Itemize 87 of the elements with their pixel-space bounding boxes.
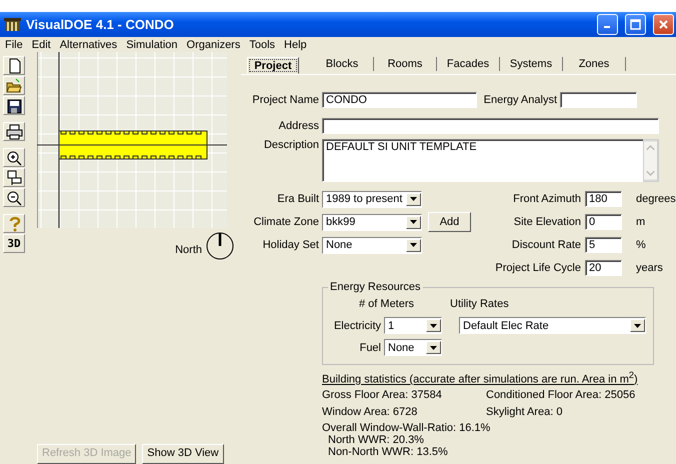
field-label: Energy Analyst [482, 94, 558, 106]
dropdown-arrow-icon [430, 346, 437, 350]
input-field[interactable]: CONDO [322, 92, 477, 108]
field-label: Holiday Set [262, 239, 320, 251]
dropdown-arrow-icon [634, 324, 641, 328]
field-label: Site Elevation [512, 216, 582, 228]
save-icon [6, 98, 22, 114]
view-3d-button[interactable]: 3D [3, 234, 25, 253]
dropdown[interactable]: Default Elec Rate [459, 317, 646, 334]
window-title: VisualDOE 4.1 - CONDO [26, 17, 175, 32]
tab[interactable]: Zones [563, 57, 626, 71]
toolbar-button[interactable] [3, 148, 25, 167]
maximize-button[interactable] [625, 14, 646, 35]
statistic: Conditioned Floor Area: 25056 [486, 388, 636, 401]
field-label: Project Name [251, 94, 320, 106]
menu-item[interactable]: Help [283, 38, 308, 50]
menu-item[interactable]: File [4, 38, 24, 50]
dropdown-arrow-icon [410, 197, 417, 201]
menu-item[interactable]: Organizers [186, 38, 242, 50]
unit-label: m [635, 216, 646, 228]
field-label: Climate Zone [252, 216, 320, 228]
input-field[interactable] [322, 118, 659, 134]
field-label: Era Built [276, 193, 320, 205]
dropdown[interactable]: None [384, 339, 442, 356]
menu-item[interactable]: Tools [248, 38, 276, 50]
open-folder-icon [6, 78, 22, 94]
toolbar-button[interactable] [3, 96, 25, 115]
minimize-button[interactable] [597, 14, 618, 35]
field-label: Project Life Cycle [494, 262, 582, 274]
input-field[interactable] [560, 92, 637, 108]
tab[interactable]: Facades [437, 57, 500, 71]
column-heading: Utility Rates [450, 298, 509, 311]
column-heading: # of Meters [359, 298, 414, 311]
tab[interactable]: Systems [500, 57, 563, 71]
menu-item[interactable]: Simulation [125, 38, 179, 50]
input-field[interactable]: 180 [585, 191, 622, 207]
printer-icon [6, 124, 22, 140]
field-label: Discount Rate [510, 239, 582, 251]
dropdown-arrow-icon [410, 243, 417, 247]
description-field[interactable]: DEFAULT SI UNIT TEMPLATE [322, 139, 643, 182]
statistic: Skylight Area: 0 [486, 406, 564, 418]
toolbar-button[interactable] [3, 122, 25, 141]
tab[interactable]: Rooms [374, 57, 437, 71]
statistic: North WWR: 20.3% [327, 434, 425, 446]
field-label: Fuel [358, 342, 382, 354]
unit-label: % [635, 239, 646, 251]
close-icon [658, 19, 669, 30]
app-icon [4, 17, 21, 32]
field-label: Address [278, 120, 320, 132]
toolbar-button[interactable] [3, 188, 25, 207]
dropdown[interactable]: None [322, 236, 422, 254]
statistics-heading: Building statistics (accurate after simulations are run. Area in m$^{2}$) [322, 370, 639, 386]
field-label: Front Azimuth [512, 193, 582, 205]
dropdown[interactable]: 1989 to present [322, 190, 422, 208]
compass-label: North [175, 243, 202, 256]
blocks-icon [6, 170, 22, 186]
statistic: Gross Floor Area: 37584 [322, 388, 443, 401]
menu-item[interactable]: Edit [30, 38, 52, 50]
zoom-out-icon [6, 190, 22, 206]
maximize-icon [630, 19, 641, 30]
toolbar-button[interactable] [3, 56, 25, 75]
toolbar-button[interactable] [3, 168, 25, 187]
dropdown[interactable]: 1 [384, 317, 442, 334]
toolbar-button[interactable] [3, 76, 25, 95]
close-button[interactable] [653, 14, 674, 35]
dropdown-arrow-icon [430, 324, 437, 328]
unit-label: years [635, 262, 663, 274]
dropdown-arrow-icon [410, 220, 417, 224]
statistic: Window Area: 6728 [322, 406, 418, 418]
tab[interactable]: Project [247, 57, 299, 74]
tab[interactable]: Blocks [311, 57, 374, 71]
field-label: Electricity [332, 320, 382, 332]
statistic: Non-North WWR: 13.5% [327, 446, 449, 458]
statistic: Overall Window-Wall-Ratio: 16.1% [322, 422, 492, 434]
view-button[interactable]: Show 3D View [142, 444, 224, 464]
zoom-in-icon [6, 150, 22, 166]
dropdown[interactable]: bkk99 [322, 214, 422, 230]
input-field[interactable]: 5 [585, 237, 622, 253]
scrollbar [643, 139, 659, 182]
input-field[interactable]: 0 [585, 214, 622, 230]
input-field[interactable]: 20 [585, 260, 622, 276]
menu-item[interactable]: Alternatives [58, 38, 118, 50]
unit-label: degrees [635, 193, 676, 205]
compass-icon [205, 231, 235, 261]
field-label: Description [262, 139, 320, 151]
add-button[interactable]: Add [428, 212, 471, 232]
group-title: Energy Resources [328, 281, 422, 293]
